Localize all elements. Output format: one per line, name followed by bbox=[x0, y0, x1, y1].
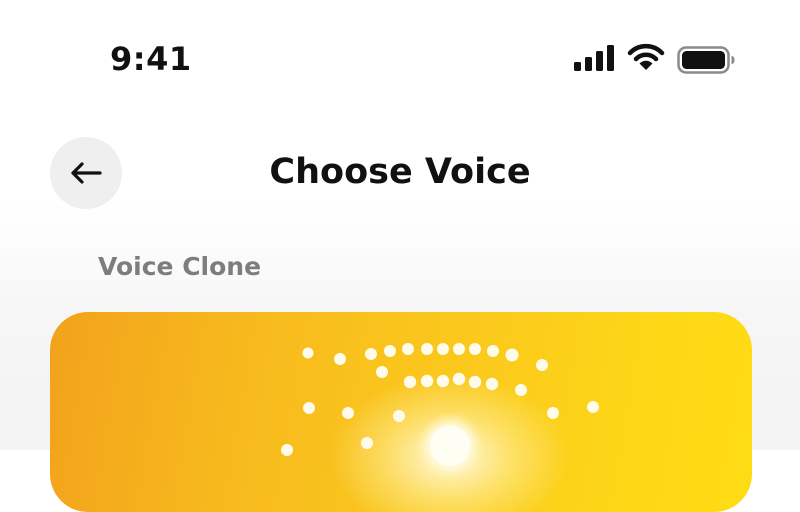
wave-dot bbox=[515, 384, 527, 396]
wave-dot bbox=[436, 374, 450, 388]
voice-clone-card[interactable] bbox=[50, 312, 752, 512]
wave-dot bbox=[452, 372, 466, 386]
wave-dot bbox=[342, 407, 354, 419]
wave-dot bbox=[402, 343, 414, 355]
wave-dot bbox=[376, 366, 388, 378]
section-label-voice-clone: Voice Clone bbox=[98, 252, 262, 281]
wave-dot bbox=[384, 345, 396, 357]
wave-dot bbox=[536, 359, 548, 371]
page-title: Choose Voice bbox=[269, 152, 531, 192]
wave-dot bbox=[361, 437, 373, 449]
wifi-icon bbox=[627, 43, 665, 70]
wave-dot bbox=[587, 401, 599, 413]
wave-dot bbox=[334, 353, 346, 365]
wave-dot bbox=[393, 410, 405, 422]
sound-wave-dots-icon bbox=[281, 343, 599, 480]
wave-dot bbox=[505, 348, 519, 362]
wave-dot bbox=[365, 348, 377, 360]
wave-dot bbox=[302, 347, 314, 359]
wave-dot bbox=[420, 374, 434, 388]
wave-dot bbox=[487, 345, 499, 357]
cellular-signal-icon bbox=[574, 45, 614, 71]
wave-dot bbox=[485, 377, 499, 391]
wave-dot bbox=[468, 375, 482, 389]
wave-dot bbox=[469, 343, 481, 355]
wave-dot bbox=[421, 343, 433, 355]
battery-full-icon bbox=[677, 46, 735, 74]
status-time: 9:41 bbox=[110, 40, 192, 78]
wave-center-dot bbox=[430, 426, 470, 466]
wave-dot bbox=[403, 375, 417, 389]
wave-dot bbox=[281, 444, 293, 456]
wave-dot bbox=[453, 343, 465, 355]
wave-dot bbox=[303, 402, 315, 414]
status-bar: 9:41 bbox=[0, 0, 800, 110]
wave-dot bbox=[547, 407, 559, 419]
wave-dot bbox=[437, 343, 449, 355]
